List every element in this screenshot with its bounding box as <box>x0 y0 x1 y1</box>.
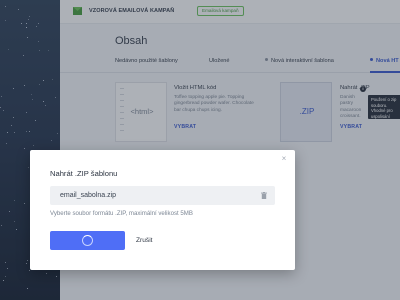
dialog-title: Nahrát .ZIP šablonu <box>50 169 118 178</box>
cancel-button[interactable]: Zrušit <box>136 237 152 244</box>
selected-file-field[interactable]: email_sabolna.zip <box>50 186 275 205</box>
file-name: email_sabolna.zip <box>60 192 117 199</box>
loading-spinner-icon <box>82 235 93 246</box>
upload-button[interactable] <box>50 231 125 250</box>
close-icon[interactable]: × <box>280 155 288 163</box>
file-format-hint: Vyberte soubor formátu .ZIP, maximální v… <box>50 210 193 217</box>
upload-zip-dialog: × Nahrát .ZIP šablonu email_sabolna.zip … <box>30 150 295 270</box>
trash-icon[interactable] <box>261 192 267 199</box>
